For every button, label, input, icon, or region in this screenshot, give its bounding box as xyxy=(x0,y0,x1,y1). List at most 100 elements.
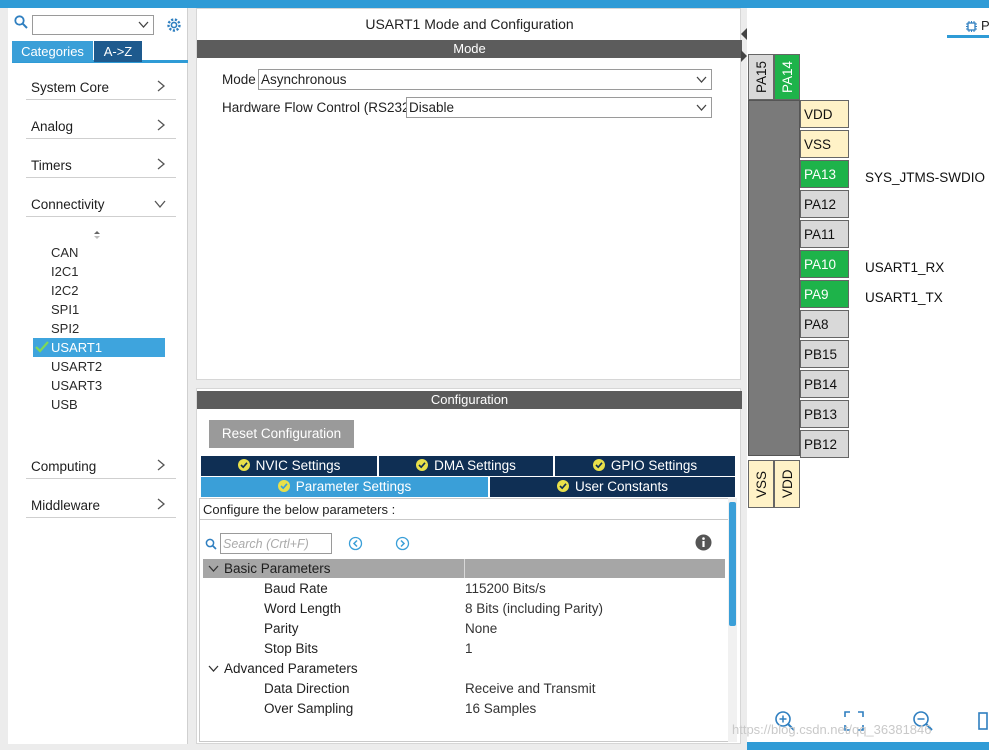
pin-vss[interactable]: VSS xyxy=(800,130,849,158)
pin-pb15[interactable]: PB15 xyxy=(800,340,849,368)
flow-control-select[interactable]: Disable xyxy=(406,97,712,118)
group-advanced-parameters[interactable]: Advanced Parameters xyxy=(203,659,725,678)
list-item-usart2[interactable]: USART2 xyxy=(33,357,165,376)
parameters-scrollbar[interactable] xyxy=(728,498,737,742)
pin-vdd-bottom[interactable]: VDD xyxy=(774,460,800,508)
chevron-right-icon xyxy=(157,80,166,92)
check-circle-icon xyxy=(592,459,605,471)
list-item-usb[interactable]: USB xyxy=(33,395,165,414)
list-item-spi2[interactable]: SPI2 xyxy=(33,319,165,338)
list-item-i2c2[interactable]: I2C2 xyxy=(33,281,165,300)
reset-configuration-button[interactable]: Reset Configuration xyxy=(209,420,354,448)
tab-user-constants[interactable]: User Constants xyxy=(490,477,735,497)
check-circle-icon xyxy=(556,480,569,492)
pin-pa8[interactable]: PA8 xyxy=(800,310,849,338)
check-circle-icon xyxy=(416,459,429,471)
list-item-spi1[interactable]: SPI1 xyxy=(33,300,165,319)
pin-pa10[interactable]: PA10 xyxy=(800,250,849,278)
pinout-view: P PA15 PA14 VDD VSS PA13 PA12 PA11 PA10 … xyxy=(747,8,989,750)
list-item-i2c1[interactable]: I2C1 xyxy=(33,262,165,281)
pin-pb13[interactable]: PB13 xyxy=(800,400,849,428)
mode-select[interactable]: Asynchronous xyxy=(258,69,712,90)
tab-parameter-settings[interactable]: Parameter Settings xyxy=(201,477,488,497)
chevron-down-icon[interactable] xyxy=(208,563,219,574)
next-match-icon[interactable] xyxy=(395,536,410,551)
chevron-down-icon xyxy=(154,200,166,209)
mode-area: USART1 Mode and Configuration Mode Mode … xyxy=(196,8,742,380)
mode-section-header: Mode xyxy=(197,40,742,58)
pin-pb12[interactable]: PB12 xyxy=(800,430,849,458)
chevron-down-icon[interactable] xyxy=(138,19,149,30)
list-item-can[interactable]: CAN xyxy=(33,243,165,262)
list-item-usart1[interactable]: USART1 xyxy=(33,338,165,357)
pin-vdd[interactable]: VDD xyxy=(800,100,849,128)
chevron-right-icon xyxy=(157,158,166,170)
bottom-status-strip xyxy=(747,742,989,750)
param-row-stop-bits[interactable]: Stop Bits 1 xyxy=(200,639,722,659)
tab-categories[interactable]: Categories xyxy=(12,41,93,62)
check-circle-icon xyxy=(277,480,290,492)
chevron-right-icon xyxy=(157,498,166,510)
param-row-baud-rate[interactable]: Baud Rate 115200 Bits/s xyxy=(200,579,722,599)
tab-gpio-settings[interactable]: GPIO Settings xyxy=(555,456,735,476)
chevron-right-icon xyxy=(157,459,166,471)
flow-control-label: Hardware Flow Control (RS232) xyxy=(222,100,415,115)
chevron-down-icon[interactable] xyxy=(208,663,219,674)
configuration-area: Configuration Reset Configuration NVIC S… xyxy=(196,388,742,744)
categories-panel: Categories A->Z System Core Analog Timer… xyxy=(8,8,188,744)
list-item-usart3[interactable]: USART3 xyxy=(33,376,165,395)
tab-dma-settings[interactable]: DMA Settings xyxy=(379,456,553,476)
pin-pa15[interactable]: PA15 xyxy=(748,54,774,100)
scrollbar-thumb[interactable] xyxy=(729,502,736,626)
param-row-parity[interactable]: Parity None xyxy=(200,619,722,639)
mode-label: Mode xyxy=(222,72,256,87)
category-middleware[interactable]: Middleware xyxy=(26,494,176,518)
sort-icon[interactable] xyxy=(93,230,101,240)
tab-nvic-settings[interactable]: NVIC Settings xyxy=(201,456,377,476)
signal-label-pa9: USART1_TX xyxy=(865,290,943,305)
category-system-core[interactable]: System Core xyxy=(26,76,176,100)
category-computing[interactable]: Computing xyxy=(26,455,176,479)
pin-pa12[interactable]: PA12 xyxy=(800,190,849,218)
configure-hint-bar: Configure the below parameters : xyxy=(200,499,728,520)
pin-pb14[interactable]: PB14 xyxy=(800,370,849,398)
previous-match-icon[interactable] xyxy=(348,536,363,551)
chevron-down-icon xyxy=(696,76,707,83)
panel-title: USART1 Mode and Configuration xyxy=(365,16,574,32)
export-icon[interactable] xyxy=(977,710,989,732)
chip-icon xyxy=(966,21,977,32)
column-divider xyxy=(464,559,465,578)
mcu-chip-body xyxy=(748,100,800,456)
search-icon[interactable] xyxy=(14,15,28,29)
pin-pa13[interactable]: PA13 xyxy=(800,160,849,188)
pin-pa9[interactable]: PA9 xyxy=(800,280,849,308)
category-tabs: Categories A->Z xyxy=(12,41,188,63)
category-search-input[interactable] xyxy=(32,15,154,35)
top-toolbar-strip xyxy=(0,0,989,8)
category-search-row xyxy=(8,12,188,36)
info-icon[interactable] xyxy=(695,534,712,551)
tab-a-to-z[interactable]: A->Z xyxy=(94,41,142,62)
param-row-word-length[interactable]: Word Length 8 Bits (including Parity) xyxy=(200,599,722,619)
signal-label-pa10: USART1_RX xyxy=(865,260,945,275)
config-panel: USART1 Mode and Configuration Mode Mode … xyxy=(196,8,742,744)
param-row-over-sampling[interactable]: Over Sampling 16 Samples xyxy=(200,699,722,719)
pin-vss-bottom[interactable]: VSS xyxy=(748,460,774,508)
category-connectivity[interactable]: Connectivity xyxy=(26,193,176,217)
gear-icon[interactable] xyxy=(165,16,183,34)
checkmark-icon xyxy=(35,341,49,353)
chevron-down-icon xyxy=(696,104,707,111)
signal-label-pa13: SYS_JTMS-SWDIO xyxy=(865,170,986,185)
group-basic-parameters[interactable]: Basic Parameters xyxy=(203,559,725,578)
category-timers[interactable]: Timers xyxy=(26,154,176,178)
configuration-section-header: Configuration xyxy=(197,391,742,409)
search-icon xyxy=(205,538,217,550)
pin-pa11[interactable]: PA11 xyxy=(800,220,849,248)
category-analog[interactable]: Analog xyxy=(26,115,176,139)
tab-pinout-view[interactable]: P xyxy=(947,16,989,38)
param-row-data-direction[interactable]: Data Direction Receive and Transmit xyxy=(200,679,722,699)
chevron-right-icon xyxy=(157,119,166,131)
parameter-search-input[interactable]: Search (Crtl+F) xyxy=(220,533,332,554)
pin-pa14[interactable]: PA14 xyxy=(774,54,800,100)
check-circle-icon xyxy=(237,459,250,471)
